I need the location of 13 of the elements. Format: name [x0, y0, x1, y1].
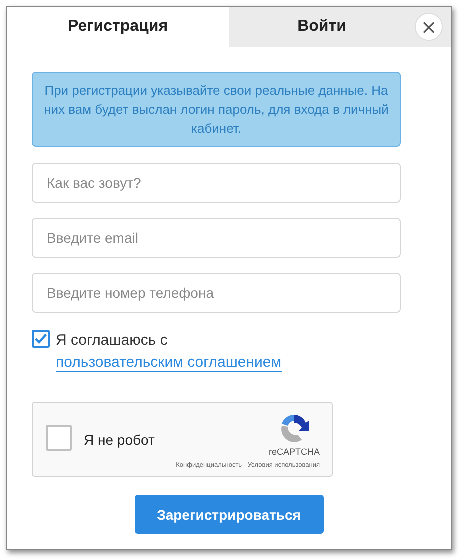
- captcha-brand: reCAPTCHA: [268, 447, 320, 457]
- agreement-text: Я соглашаюсь с пользовательским соглашением: [56, 331, 283, 374]
- input-field[interactable]: Введите email: [32, 218, 401, 258]
- agreement-link[interactable]: пользовательским соглашением: [56, 354, 282, 372]
- register-button[interactable]: Зарегистрироваться: [134, 495, 324, 534]
- checkbox[interactable]: [32, 330, 50, 348]
- captcha-label: Я не робот: [84, 432, 155, 450]
- close-button[interactable]: ×: [415, 13, 443, 41]
- input-field[interactable]: Как вас зовут?: [32, 163, 401, 203]
- info-notice: При регистрации указывайте свои реальные данные. На них вам будет выслан логин пароль, для входа в личный кабинет.: [32, 72, 401, 147]
- input-field[interactable]: Введите номер телефона: [32, 273, 401, 313]
- captcha-checkbox[interactable]: [46, 425, 72, 451]
- tab[interactable]: Регистрация: [7, 7, 229, 47]
